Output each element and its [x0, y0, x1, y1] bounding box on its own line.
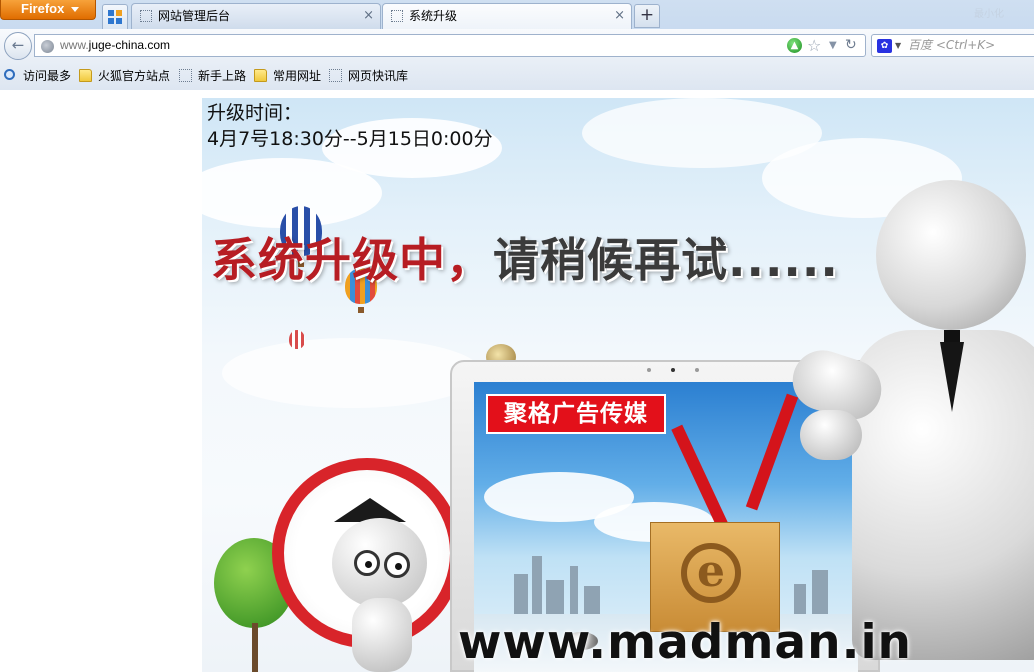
- page-content: e 聚格广告传媒 系统升级中，请稍候再试...... www.madman.in: [0, 90, 1034, 672]
- building: [532, 556, 542, 614]
- grid-icon-cell: [116, 18, 122, 24]
- grid-icon-cell: [116, 10, 122, 16]
- mascot-eye: [354, 550, 380, 576]
- mascot-pupil: [395, 563, 402, 570]
- chevron-down-icon: [71, 7, 79, 12]
- url-text[interactable]: www.juge-china.com: [60, 35, 170, 56]
- search-placeholder[interactable]: 百度 <Ctrl+K>: [908, 35, 995, 56]
- url-prefix: www.: [60, 38, 89, 52]
- baidu-paw-icon[interactable]: ✿: [877, 39, 892, 53]
- most-visited-icon: [4, 69, 15, 80]
- reload-icon[interactable]: ↻: [845, 35, 857, 56]
- black-tie: [940, 342, 964, 412]
- search-bar[interactable]: ✿ ▼ 百度 <Ctrl+K>: [871, 34, 1034, 57]
- navigation-bar: ← www.juge-china.com ▲ ☆ ▼ ↻ ✿ ▼ 百度 <Ctr…: [0, 29, 1034, 62]
- laptop-camera: [647, 368, 707, 374]
- camera-dot: [695, 368, 699, 372]
- page-icon: [391, 10, 403, 22]
- arrow-left-icon: ←: [11, 36, 25, 54]
- close-icon[interactable]: ×: [363, 4, 374, 28]
- 3d-man-head: [876, 180, 1026, 330]
- folder-icon: [79, 69, 92, 82]
- hot-air-balloon: [289, 330, 305, 349]
- tab-bar: Firefox 网站管理后台 × 系统升级 × + 最小化: [0, 0, 1034, 30]
- tab-label: 系统升级: [409, 9, 458, 23]
- page-icon: [179, 69, 192, 82]
- headline-grey: 请稍候再试......: [493, 233, 839, 287]
- bookmark-label: 访问最多: [23, 69, 72, 83]
- mascot-pupil: [365, 561, 372, 568]
- history-dropdown-icon[interactable]: ▼: [829, 35, 837, 56]
- go-arrow-icon[interactable]: ▲: [787, 38, 802, 53]
- red-arrow: [745, 393, 799, 511]
- mascot-eye: [384, 552, 410, 578]
- bookmark-label: 新手上路: [198, 69, 247, 83]
- cloud: [222, 338, 482, 408]
- upgrade-time-notice: 升级时间： 4月7号18:30分--5月15日0:00分: [207, 100, 493, 152]
- firefox-menu-label: Firefox: [21, 1, 65, 16]
- upgrade-time-label: 升级时间：: [207, 102, 303, 124]
- headline-red: 系统升级中，: [211, 233, 493, 287]
- browser-chrome: Firefox 网站管理后台 × 系统升级 × + 最小化 ← www.juge…: [0, 0, 1034, 90]
- grid-icon: [108, 10, 114, 16]
- bookmark-label: 网页快讯库: [348, 69, 409, 83]
- tree-trunk: [252, 623, 258, 672]
- balloon-basket: [358, 307, 364, 313]
- bookmark-star-icon[interactable]: ☆: [807, 35, 821, 56]
- tab-admin[interactable]: 网站管理后台 ×: [131, 3, 381, 29]
- ie-logo-icon: e: [681, 543, 741, 603]
- close-icon[interactable]: ×: [614, 4, 625, 28]
- globe-icon: [41, 40, 54, 53]
- mascot-body: [352, 598, 412, 672]
- building: [514, 574, 528, 614]
- page-icon: [329, 69, 342, 82]
- upgrade-time-value: 4月7号18:30分--5月15日0:00分: [207, 128, 493, 150]
- brand-label: 聚格广告传媒: [486, 394, 666, 434]
- building: [584, 586, 600, 614]
- tab-groups-button[interactable]: [102, 4, 128, 29]
- grid-icon-cell: [108, 18, 114, 24]
- chevron-down-icon[interactable]: ▼: [895, 35, 901, 56]
- watermark: www.madman.in: [458, 615, 913, 670]
- camera-lens: [671, 368, 675, 372]
- building: [570, 566, 578, 614]
- building: [546, 580, 564, 614]
- back-button[interactable]: ←: [4, 32, 32, 60]
- bookmark-label: 常用网址: [273, 69, 322, 83]
- window-controls[interactable]: 最小化: [974, 5, 1024, 20]
- mascot-head: [332, 518, 427, 608]
- tab-upgrade[interactable]: 系统升级 ×: [382, 3, 632, 30]
- maintenance-headline: 系统升级中，请稍候再试......: [211, 224, 839, 290]
- tab-label: 网站管理后台: [158, 9, 231, 23]
- url-domain: juge-china.com: [88, 38, 171, 52]
- url-bar[interactable]: www.juge-china.com ▲ ☆ ▼ ↻: [34, 34, 866, 57]
- new-tab-button[interactable]: +: [634, 4, 660, 28]
- bookmark-label: 火狐官方站点: [98, 69, 171, 83]
- 3d-man-hand: [800, 410, 862, 460]
- folder-icon: [254, 69, 267, 82]
- bookmarks-toolbar: 访问最多 火狐官方站点 新手上路 常用网址 网页快讯库: [0, 62, 1034, 90]
- maintenance-banner-image: e 聚格广告传媒: [202, 98, 1034, 672]
- page-icon: [140, 10, 152, 22]
- firefox-menu-button[interactable]: Firefox: [0, 0, 96, 20]
- camera-dot: [647, 368, 651, 372]
